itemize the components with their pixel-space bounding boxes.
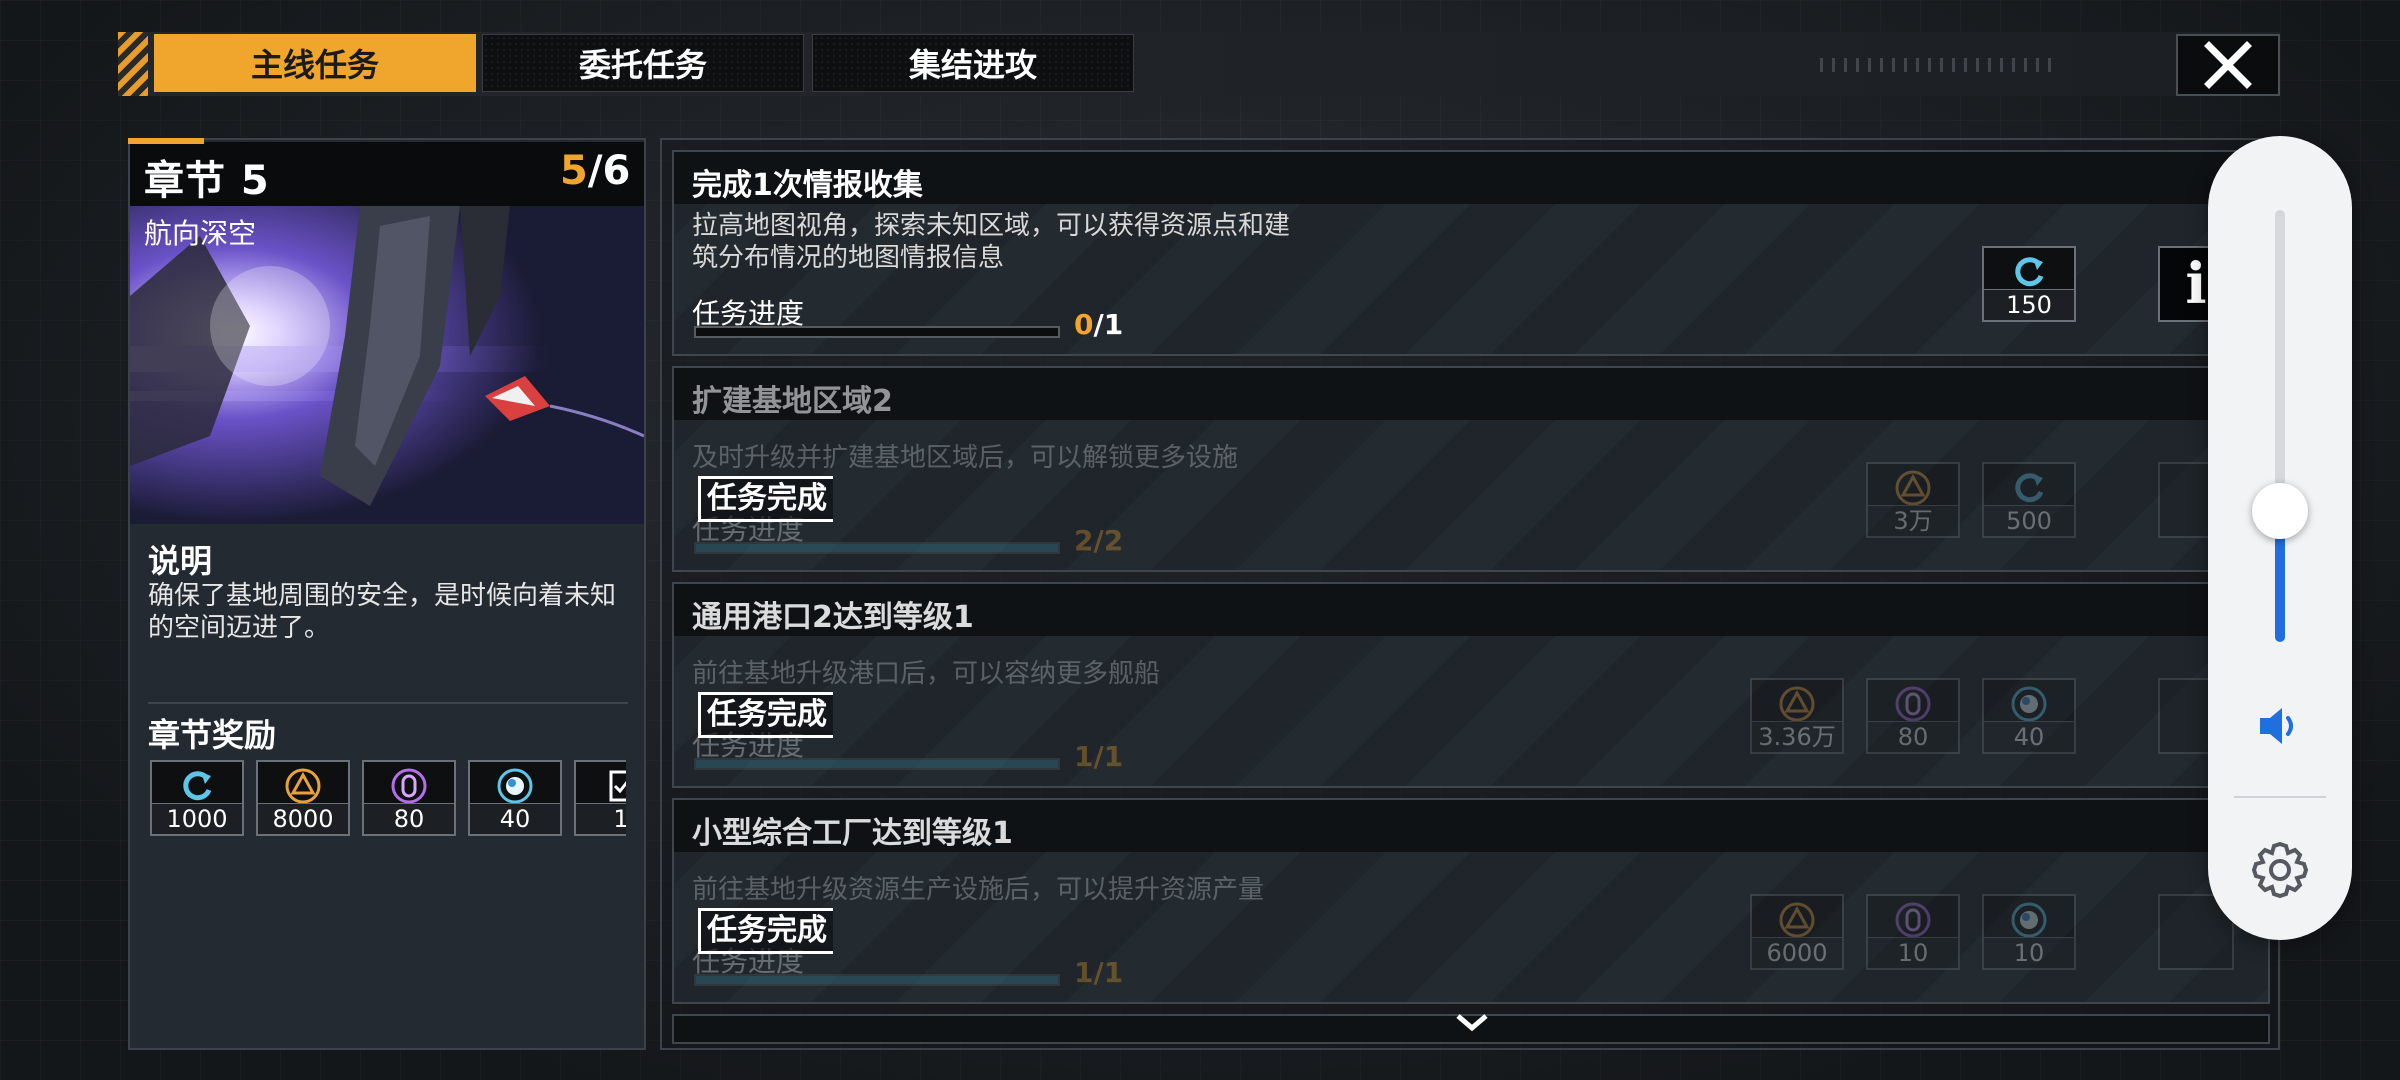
task-card[interactable]: 小型综合工厂达到等级1 前往基地升级资源生产设施后，可以提升资源产量 任务进度 … (672, 798, 2270, 1004)
task-progress-count: 0/1 (1074, 308, 1124, 341)
task-reward-item[interactable]: 3万 (1866, 462, 1960, 538)
task-reward-item[interactable]: 10 (1982, 894, 2076, 970)
task-card[interactable]: 完成1次情报收集 拉高地图视角，探索未知区域，可以获得资源点和建 筑分布情况的地… (672, 150, 2270, 356)
task-card[interactable]: 通用港口2达到等级1 前往基地升级港口后，可以容纳更多舰船 任务进度 1/1 任… (672, 582, 2270, 788)
crystal-resource-icon (1868, 684, 1958, 724)
document-resource-icon (576, 766, 626, 806)
task-description: 及时升级并扩建基地区域后，可以解锁更多设施 (692, 443, 1239, 473)
refresh-resource-icon (1984, 468, 2074, 508)
orb-resource-icon (1984, 900, 2074, 940)
description-heading: 说明 (148, 542, 213, 580)
orb-resource-icon (1984, 684, 2074, 724)
task-progress-bar (694, 542, 1060, 554)
progress-fill (696, 760, 1058, 768)
triangle-resource-icon (1752, 900, 1842, 940)
crystal-resource-icon (364, 766, 454, 806)
task-reward-item[interactable]: 6000 (1750, 894, 1844, 970)
chapter-progress: 5/6 (560, 148, 631, 194)
info-icon: i (2185, 251, 2207, 317)
task-progress-count: 1/1 (1074, 740, 1124, 773)
task-card[interactable]: 扩建基地区域2 及时升级并扩建基地区域后，可以解锁更多设施 任务进度 2/2 任… (672, 366, 2270, 572)
progress-fill (696, 976, 1058, 984)
close-icon (2204, 41, 2252, 89)
hazard-stripe (118, 32, 148, 96)
refresh-resource-icon (152, 766, 242, 806)
task-title: 完成1次情报收集 (692, 168, 923, 203)
speaker-icon[interactable] (2254, 700, 2306, 752)
chapter-title: 章节 5 (144, 158, 270, 204)
chapter-artwork (130, 206, 644, 524)
task-title: 扩建基地区域2 (692, 384, 893, 419)
decorative-dots (1820, 58, 2060, 72)
volume-divider (2234, 796, 2326, 798)
chapter-reward-item[interactable]: 80 (362, 760, 456, 836)
tab-main-quest[interactable]: 主线任务 (154, 34, 476, 92)
orb-resource-icon (470, 766, 560, 806)
tab-rally-attack[interactable]: 集结进攻 (812, 34, 1134, 92)
chapter-reward-item-clipped[interactable]: 1 (574, 760, 626, 836)
space-scene-image (130, 206, 644, 524)
task-progress-bar (694, 758, 1060, 770)
gear-icon[interactable] (2248, 838, 2312, 902)
task-title: 通用港口2达到等级1 (692, 600, 974, 635)
volume-slider-thumb[interactable] (2252, 482, 2308, 539)
task-complete-badge: 任务完成 (698, 908, 833, 954)
scroll-down-chevron-icon[interactable] (1452, 1008, 1492, 1038)
task-reward-item[interactable]: 40 (1982, 678, 2076, 754)
crystal-resource-icon (1868, 900, 1958, 940)
triangle-resource-icon (258, 766, 348, 806)
section-divider (148, 702, 628, 704)
task-reward-item[interactable]: 3.36万 (1750, 678, 1844, 754)
task-reward-item[interactable]: 500 (1982, 462, 2076, 538)
progress-fill (696, 544, 1058, 552)
chapter-reward-item[interactable]: 1000 (150, 760, 244, 836)
task-complete-badge: 任务完成 (698, 692, 833, 738)
chapter-reward-item[interactable]: 40 (468, 760, 562, 836)
task-reward-item[interactable]: 10 (1866, 894, 1960, 970)
task-description: 前往基地升级资源生产设施后，可以提升资源产量 (692, 875, 1265, 905)
task-complete-badge: 任务完成 (698, 476, 833, 522)
task-progress-count: 2/2 (1074, 524, 1124, 557)
refresh-resource-icon (1984, 252, 2074, 292)
tab-commission-quest[interactable]: 委托任务 (482, 34, 804, 92)
task-reward-item[interactable]: 80 (1866, 678, 1960, 754)
triangle-resource-icon (1752, 684, 1842, 724)
task-progress-bar (694, 974, 1060, 986)
chapter-description: 确保了基地周围的安全，是时候向着未知的空间迈进了。 (148, 581, 617, 643)
close-button[interactable] (2176, 34, 2280, 96)
task-reward-item[interactable]: 150 (1982, 246, 2076, 322)
chapter-accent (128, 138, 204, 144)
task-title: 小型综合工厂达到等级1 (692, 816, 1013, 851)
chapter-reward-item[interactable]: 8000 (256, 760, 350, 836)
chapter-rewards-heading: 章节奖励 (148, 716, 277, 754)
task-progress-bar (694, 326, 1060, 338)
chapter-name: 航向深空 (144, 217, 257, 250)
task-progress-count: 1/1 (1074, 956, 1124, 989)
task-description: 前往基地升级港口后，可以容纳更多舰船 (692, 659, 1161, 689)
task-description: 拉高地图视角，探索未知区域，可以获得资源点和建 筑分布情况的地图情报信息 (692, 211, 1291, 273)
triangle-resource-icon (1868, 468, 1958, 508)
